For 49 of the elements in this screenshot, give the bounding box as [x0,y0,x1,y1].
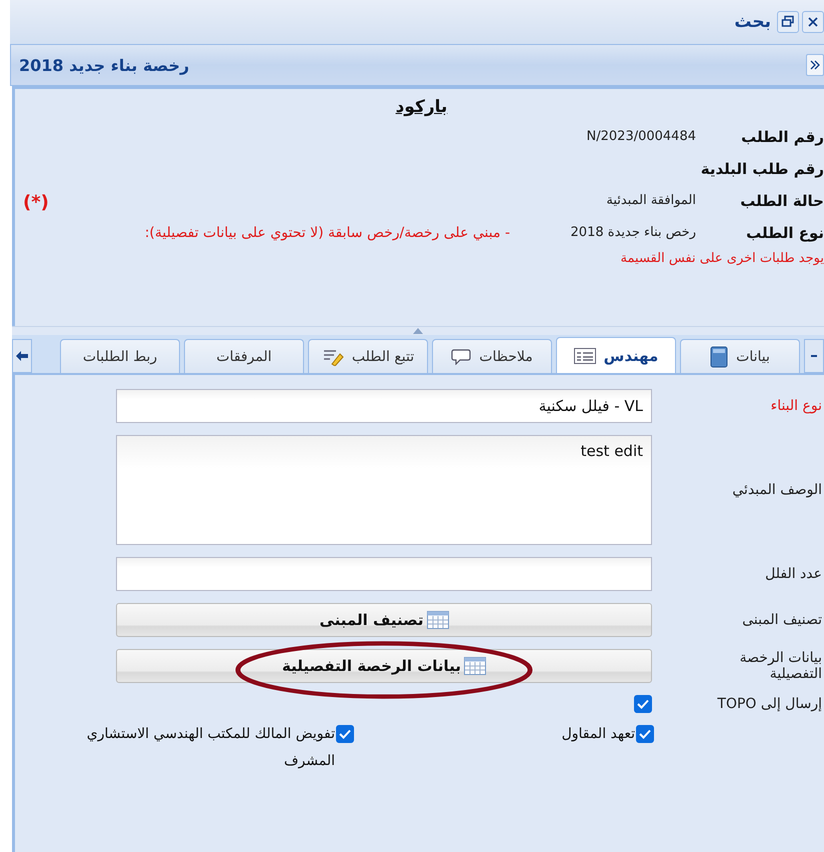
field-label: عدد الفلل [764,566,823,582]
grid-button[interactable]: تصنيف المبنى [116,603,652,637]
field-label: إرسال إلى TOPO [716,696,823,712]
field-value: الموافقة المبدئية [606,192,696,210]
field-value: N/2023/0004484 [586,128,696,146]
window-title: بحث [734,12,771,32]
tab[interactable]: بيانات [680,339,800,373]
table-icon [464,657,486,675]
restore-button[interactable] [777,11,799,33]
warning-text: يوجد طلبات اخرى على نفس القسيمة [620,250,824,268]
text-area[interactable]: test edit [116,435,652,545]
table-icon [426,611,448,629]
book-icon [710,346,728,368]
close-button[interactable] [802,11,824,33]
input-field[interactable] [116,557,652,591]
checkbox-label: تعهد المقاول [562,725,635,744]
double-chevron-icon [810,60,820,70]
field-label: تصنيف المبنى [741,612,823,628]
field-label: رقم الطلب [740,127,824,148]
field-label: الوصف المبدئي [731,482,823,498]
tab[interactable]: تتبع الطلب [308,339,428,373]
close-icon [807,16,819,28]
tab[interactable]: مهندس [556,337,676,373]
field-label: بيانات الرخصة التفصيلية [738,650,823,682]
restore-icon [781,15,795,29]
left-arrow-icon [16,351,28,361]
barcode-heading: باركود [394,97,448,117]
pencil-icon [322,348,344,366]
tab[interactable]: المرفقات [184,339,304,373]
field-value: رخص بناء جديدة 2018 [570,224,696,242]
tab-scroll-button[interactable] [12,339,32,373]
field-label: نوع البناء [770,398,823,414]
checkbox-label: تفويض المالك للمكتب الهندسي الاستشاري المشرف [86,725,335,771]
checkbox[interactable] [336,725,354,743]
form-icon [574,348,596,364]
tab[interactable]: ملاحظات [432,339,552,373]
field-label: رقم طلب البلدية [700,159,824,180]
speech-bubble-icon [451,348,472,364]
field-label: نوع الطلب [745,223,824,244]
required-marker: (*) [22,191,49,215]
checkbox[interactable] [636,725,654,743]
collapse-button[interactable] [806,54,824,76]
panel-title: رخصة بناء جديد 2018 [19,56,190,74]
checkbox[interactable] [634,695,652,713]
note-text: - مبني على رخصة/رخص سابقة (لا تحتوي على بيانات تفصيلية): [144,224,510,243]
field-label: حالة الطلب [739,191,824,212]
grid-button[interactable]: بيانات الرخصة التفصيلية [116,649,652,683]
input-field[interactable]: VL - فيلل سكنية [116,389,652,423]
tab[interactable]: ربط الطلبات [60,339,180,373]
